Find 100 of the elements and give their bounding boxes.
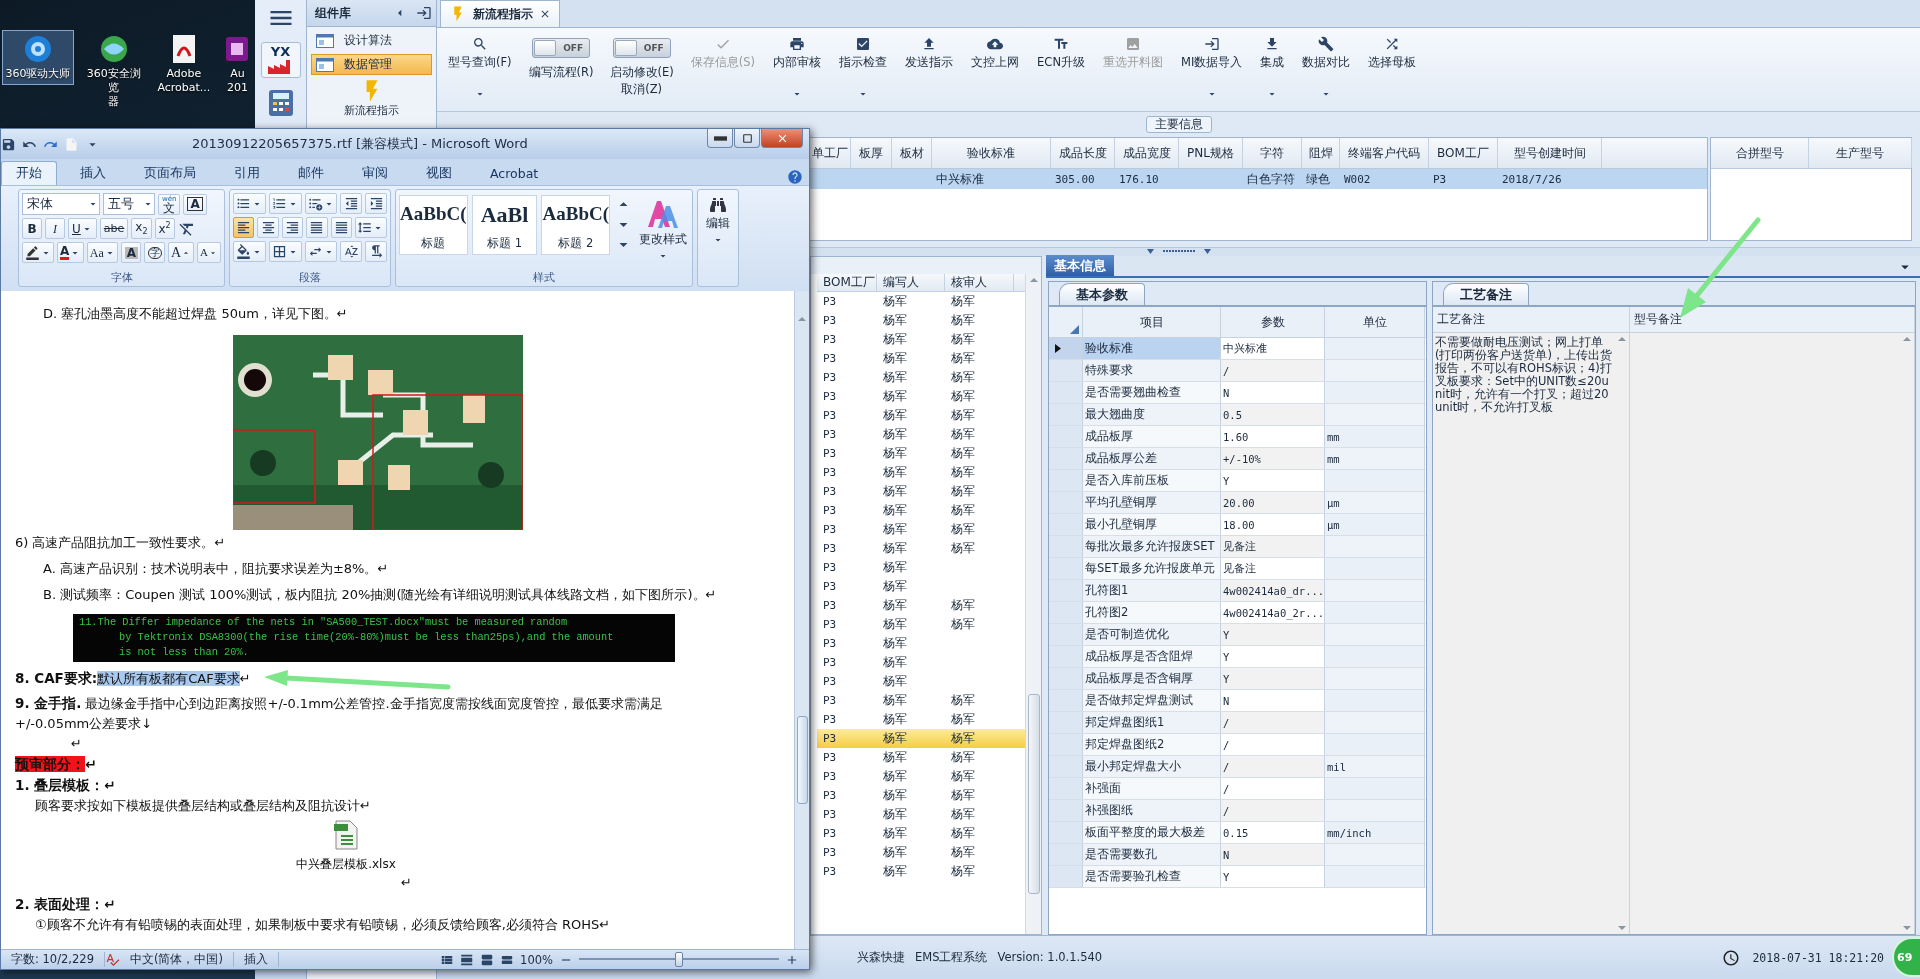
list-row[interactable]: P3 杨军 杨军	[817, 596, 1025, 615]
list-row[interactable]: P3 杨军 杨军	[817, 843, 1025, 862]
character-border-button[interactable]: A	[183, 193, 207, 215]
ribbon-tab[interactable]: 引用	[219, 161, 275, 185]
zoom-level[interactable]: 100%	[520, 952, 553, 967]
list-row[interactable]: P3 杨军 杨军	[817, 292, 1025, 311]
toolbar-button[interactable]: 发送指示	[902, 32, 957, 108]
increase-indent-button[interactable]	[365, 193, 387, 214]
language-status[interactable]: 中文(简体，中国)	[119, 952, 234, 967]
list-row[interactable]: P3 杨军 杨军	[817, 349, 1025, 368]
splitter-grip-icon[interactable]	[1146, 249, 1211, 255]
editing-button[interactable]: 编辑	[701, 193, 735, 250]
toolbar-button[interactable]: 数据对比	[1299, 32, 1354, 108]
list-row[interactable]: P3 杨军 杨军	[817, 520, 1025, 539]
style-tile[interactable]: AaBbC( 标题 2	[541, 195, 610, 255]
ribbon-tab[interactable]: 开始	[1, 161, 57, 185]
decrease-indent-button[interactable]	[340, 193, 363, 214]
column-header[interactable]: 成品长度	[1051, 138, 1115, 168]
list-row[interactable]: P3 杨军	[817, 558, 1025, 577]
toolbar-button[interactable]: 型号查询(F)	[445, 32, 515, 108]
column-header[interactable]: 板厚	[851, 138, 892, 168]
spreadsheet-file-icon[interactable]	[333, 820, 359, 850]
style-tile[interactable]: AaBbC( 标题	[399, 195, 468, 255]
column-header[interactable]: 字符	[1243, 138, 1302, 168]
row-header[interactable]	[1049, 338, 1083, 359]
grow-font-button[interactable]: A	[167, 242, 194, 263]
panel-tab[interactable]: 工艺备注	[1443, 283, 1529, 305]
list-row[interactable]: P3 杨军 杨军	[817, 786, 1025, 805]
web-layout-icon[interactable]	[480, 952, 495, 967]
save-icon[interactable]	[1, 136, 16, 152]
scrollbar[interactable]	[1025, 274, 1041, 934]
column-header[interactable]: 板材	[892, 138, 932, 168]
highlight-button[interactable]	[22, 242, 55, 263]
toolbar-button[interactable]: 指示检查	[836, 32, 891, 108]
list-row[interactable]: P3 杨军 杨军	[817, 767, 1025, 786]
reading-layout-icon[interactable]	[460, 952, 475, 967]
minimize-button[interactable]	[707, 129, 733, 148]
column-header[interactable]: BOM工厂	[1429, 138, 1498, 168]
column-header[interactable]: PNL规格	[1179, 138, 1243, 168]
alignment-button[interactable]	[306, 217, 328, 238]
insert-mode[interactable]: 插入	[233, 952, 279, 967]
ribbon-tab[interactable]: 视图	[411, 161, 467, 185]
shrink-font-button[interactable]: A	[196, 242, 221, 263]
toolbar-button[interactable]: ECN升级	[1034, 32, 1088, 108]
list-row[interactable]: P3 杨军 杨军	[817, 463, 1025, 482]
select-all-icon[interactable]	[1070, 325, 1079, 334]
column-header[interactable]: 项目	[1083, 307, 1221, 337]
app-logo[interactable]: YX	[260, 42, 301, 78]
ribbon-tab[interactable]: 页面布局	[129, 161, 211, 185]
list-row[interactable]: P3 杨军	[817, 634, 1025, 653]
chinese-layout-button[interactable]	[304, 241, 338, 262]
list-row[interactable]: P3 杨军 杨军	[817, 691, 1025, 710]
alignment-button[interactable]	[257, 217, 279, 238]
list-row[interactable]: P3 杨军 杨军	[817, 311, 1025, 330]
toolbar-button[interactable]: 文控上网	[968, 32, 1023, 108]
list-row[interactable]: P3 杨军 杨军	[817, 710, 1025, 729]
dock-icon[interactable]	[416, 5, 432, 21]
enclose-character-button[interactable]: 字	[144, 242, 165, 263]
proofing-icon[interactable]	[104, 952, 120, 967]
character-shading-button[interactable]: A	[121, 242, 142, 263]
toggle-switch[interactable]: OFF	[612, 38, 671, 58]
list-row[interactable]: P3 杨军 杨军	[817, 805, 1025, 824]
column-header[interactable]: 核审人	[945, 274, 1014, 291]
list-row[interactable]: P3 杨军 杨军	[817, 539, 1025, 558]
panel-tab[interactable]: 基本参数	[1059, 283, 1145, 305]
borders-button[interactable]	[268, 241, 302, 262]
list-row[interactable]: P3 杨军 杨军	[817, 330, 1025, 349]
line-spacing-button[interactable]	[354, 217, 387, 238]
underline-button[interactable]: U	[68, 218, 97, 239]
bold-button[interactable]: B	[22, 218, 42, 239]
close-icon[interactable]	[539, 8, 551, 20]
show-marks-button[interactable]	[365, 241, 387, 262]
list-row[interactable]: P3 杨军 杨军	[817, 387, 1025, 406]
list-row[interactable]: P3 杨军 杨军	[817, 748, 1025, 767]
toolbar-button[interactable]: 内部审核	[770, 32, 825, 108]
strikethrough-button[interactable]: abe	[99, 218, 129, 239]
list-row[interactable]: P3 杨军 杨军	[817, 425, 1025, 444]
column-header[interactable]: 成品宽度	[1115, 138, 1179, 168]
alignment-button[interactable]	[281, 217, 304, 238]
list-row[interactable]: P3 杨军	[817, 577, 1025, 596]
toolbar-button[interactable]: 集成	[1257, 32, 1288, 108]
ribbon-tab[interactable]: Acrobat	[475, 161, 554, 185]
help-icon[interactable]	[787, 169, 803, 185]
flow-label[interactable]: 新流程指示	[344, 104, 399, 117]
list-row[interactable]: P3 杨军 杨军	[817, 406, 1025, 425]
desktop-shortcut[interactable]: Au 201	[220, 30, 255, 99]
maximize-button[interactable]	[734, 129, 760, 148]
style-tile[interactable]: AaBl 标题 1	[471, 195, 538, 255]
column-header[interactable]: 终端客户代码	[1340, 138, 1429, 168]
column-header[interactable]: 编写人	[877, 274, 945, 291]
column-header[interactable]: 参数	[1221, 307, 1325, 337]
list-row[interactable]: P3 杨军 杨军	[817, 729, 1025, 748]
toggle-button[interactable]: OFF 启动修改(E) 取消(Z)	[607, 32, 676, 108]
column-header[interactable]: 生产型号	[1809, 138, 1912, 168]
desktop-shortcut[interactable]: 360驱动大师	[2, 30, 74, 85]
shading-button[interactable]	[233, 241, 266, 262]
bullets-button[interactable]	[233, 193, 266, 214]
column-header[interactable]: BOM工厂	[817, 274, 877, 291]
subscript-button[interactable]: x$_{2}$	[131, 218, 152, 239]
list-row[interactable]: P3 杨军 杨军	[817, 368, 1025, 387]
